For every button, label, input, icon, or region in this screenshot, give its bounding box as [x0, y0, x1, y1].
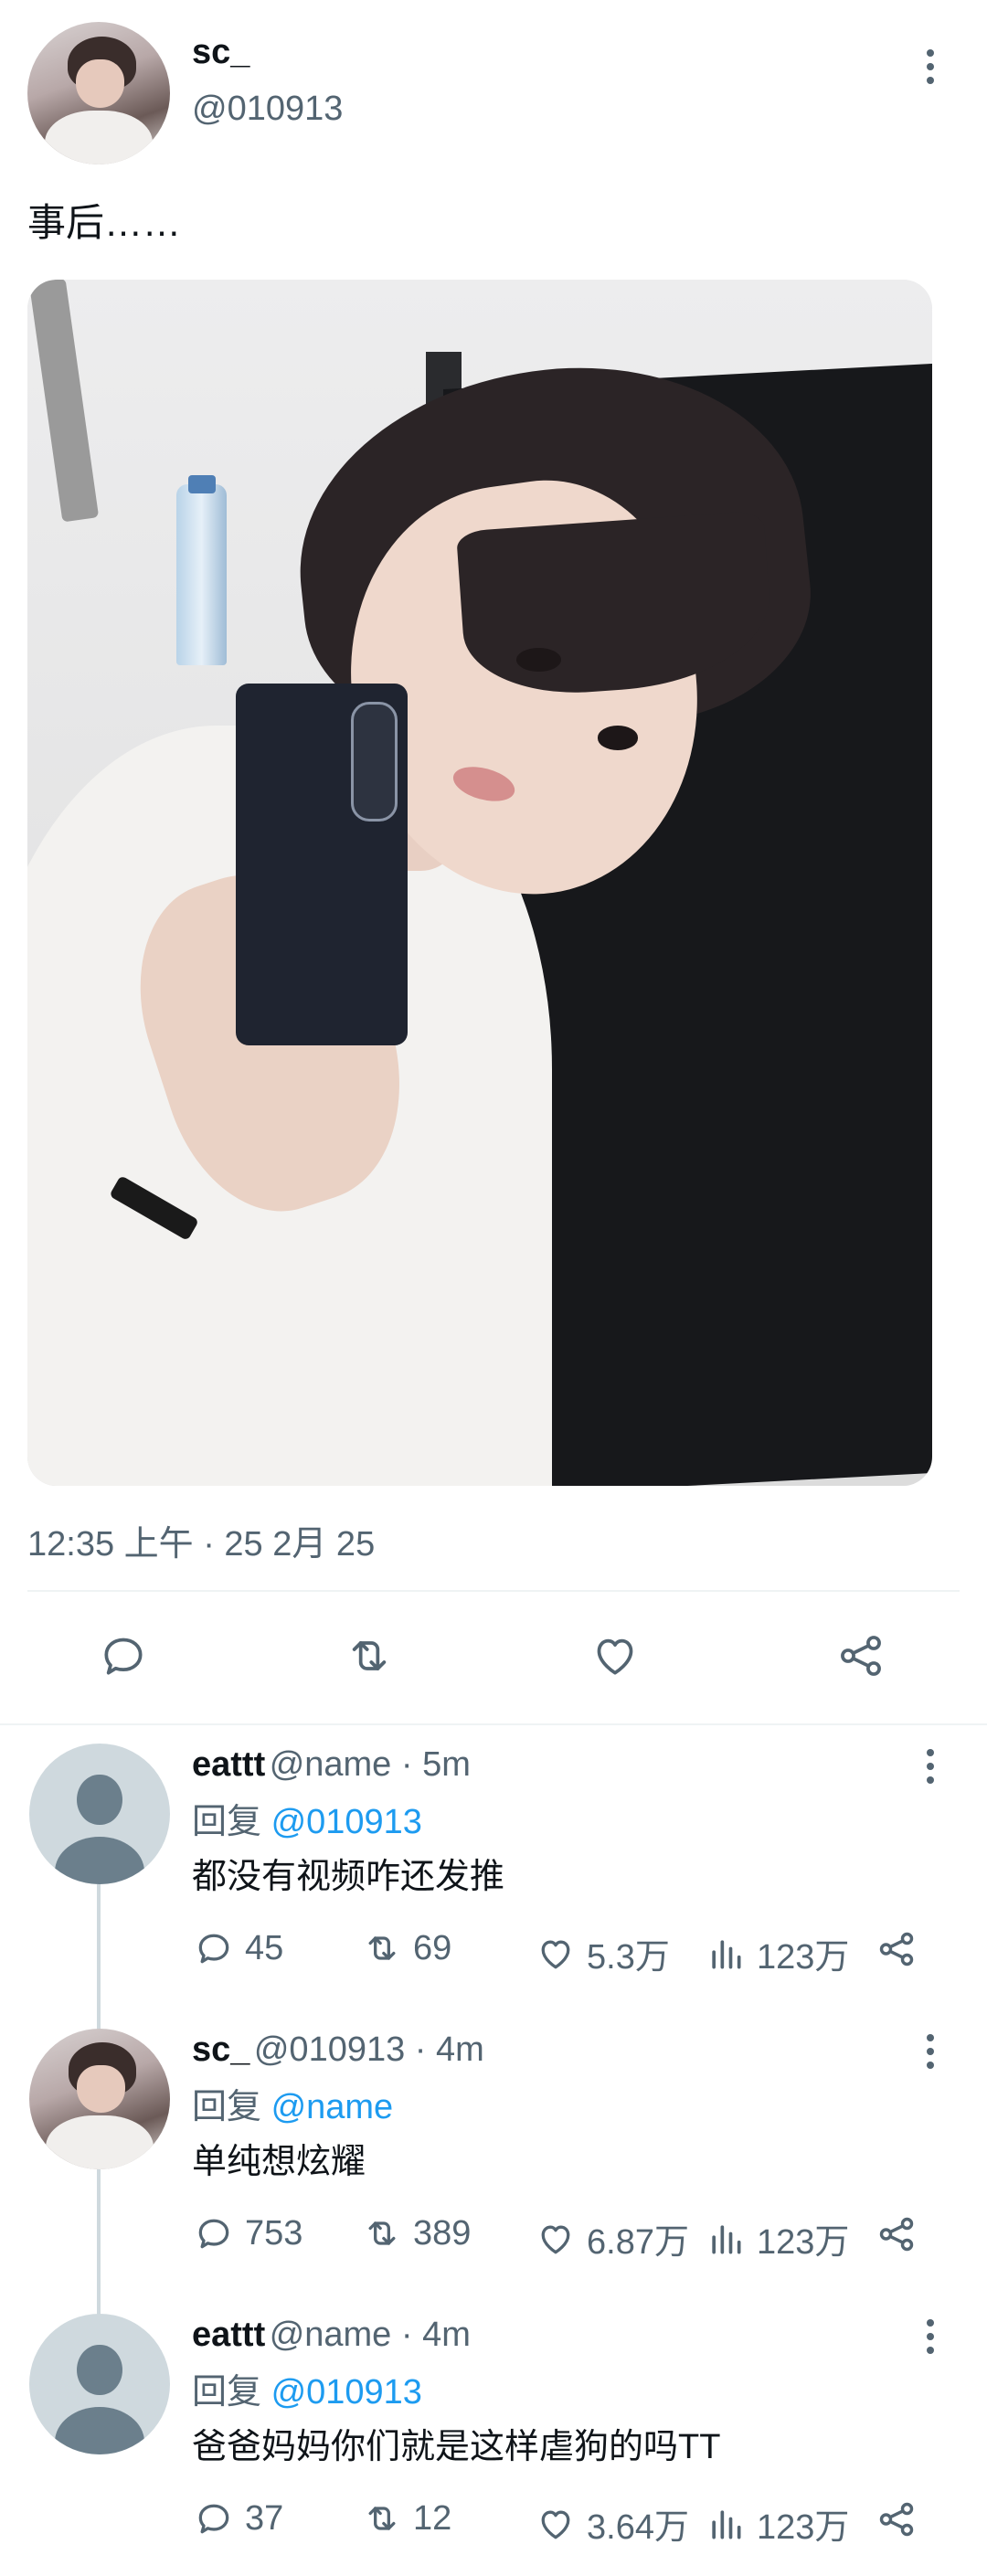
heart-icon	[541, 2225, 570, 2253]
reply-to-handle[interactable]: @010913	[271, 2373, 422, 2412]
reply-to-line: 回复 @010913	[192, 2363, 422, 2413]
comment-bubble-icon	[198, 1934, 229, 1964]
reply-author-name[interactable]: sc_	[192, 2030, 249, 2069]
reply-header: eattt @name · 4m	[192, 2316, 471, 2355]
author-name[interactable]: sc_	[192, 33, 249, 72]
tweet-photo[interactable]	[27, 280, 932, 1486]
reply-text: 单纯想炫耀	[192, 2143, 366, 2181]
retweet-icon	[368, 1936, 396, 1960]
author-avatar[interactable]	[27, 22, 170, 164]
like-count: 3.64万	[587, 2508, 689, 2547]
share-icon[interactable]	[876, 2498, 918, 2540]
tweet-text: 事后……	[27, 201, 182, 244]
reply-header: eattt @name · 5m	[192, 1745, 471, 1785]
comment-bubble-icon	[198, 2219, 229, 2249]
heart-icon[interactable]	[589, 1630, 641, 1681]
share-icon[interactable]	[835, 1630, 886, 1681]
retweet-icon	[368, 2507, 396, 2530]
reply-to-line: 回复 @010913	[192, 1793, 422, 1843]
reply-to-line: 回复 @name	[192, 2078, 393, 2128]
divider	[0, 1723, 987, 1725]
retweet-count: 12	[413, 2498, 452, 2538]
reply-meta: @010913 · 4m	[253, 2030, 484, 2069]
reply-retweet-stat[interactable]: 12	[362, 2498, 451, 2539]
bar-chart-icon	[712, 1939, 741, 1968]
retweet-icon[interactable]	[344, 1630, 395, 1681]
reply-header: sc_ @010913 · 4m	[192, 2030, 484, 2070]
reply-prefix: 回复	[192, 1803, 271, 1841]
view-count: 123万	[757, 2508, 850, 2547]
bar-chart-icon	[712, 2224, 741, 2253]
reply-like-stat[interactable]: 5.3万	[536, 1928, 670, 1978]
divider	[27, 1590, 960, 1592]
more-vertical-icon[interactable]	[925, 2319, 936, 2354]
reply-prefix: 回复	[192, 2373, 271, 2412]
view-count: 123万	[757, 1938, 850, 1977]
reply-prefix: 回复	[192, 2088, 271, 2126]
reply-author-name[interactable]: eattt	[192, 2316, 265, 2354]
tweet-timestamp: 12:35 上午 · 25 2月 25	[27, 1525, 376, 1564]
main-tweet: sc_ @010913 事后…… 12:35 上午 · 25 2月 25	[0, 0, 987, 1727]
reply-views-stat[interactable]: 123万	[706, 2498, 849, 2549]
retweet-count: 69	[413, 1928, 452, 1967]
heart-icon	[541, 2510, 570, 2539]
comment-count: 45	[245, 1928, 284, 1967]
reply-item[interactable]: eattt @name · 5m 回复 @010913 都没有视频咋还发推 45…	[0, 1736, 987, 2021]
reply-avatar[interactable]	[29, 2029, 170, 2169]
comment-bubble-icon[interactable]	[98, 1630, 149, 1681]
reply-comment-stat[interactable]: 45	[194, 1928, 283, 1968]
comment-count: 37	[245, 2498, 284, 2538]
reply-retweet-stat[interactable]: 389	[362, 2213, 471, 2253]
bar-chart-icon	[712, 2509, 741, 2539]
reply-avatar[interactable]	[29, 2314, 170, 2454]
reply-to-handle[interactable]: @name	[271, 2088, 394, 2126]
more-vertical-icon[interactable]	[925, 49, 936, 84]
reply-like-stat[interactable]: 6.87万	[536, 2213, 689, 2263]
like-count: 5.3万	[587, 1938, 670, 1977]
retweet-count: 389	[413, 2213, 472, 2253]
reply-views-stat[interactable]: 123万	[706, 2213, 849, 2263]
more-vertical-icon[interactable]	[925, 2034, 936, 2069]
reply-text: 都没有视频咋还发推	[192, 1858, 505, 1896]
retweet-icon	[368, 2221, 396, 2245]
author-handle[interactable]: @010913	[192, 90, 343, 129]
reply-author-name[interactable]: eattt	[192, 1745, 265, 1784]
more-vertical-icon[interactable]	[925, 1749, 936, 1784]
reply-comment-stat[interactable]: 37	[194, 2498, 283, 2539]
like-count: 6.87万	[587, 2223, 689, 2262]
reply-like-stat[interactable]: 3.64万	[536, 2498, 689, 2549]
reply-to-handle[interactable]: @010913	[271, 1803, 422, 1841]
reply-retweet-stat[interactable]: 69	[362, 1928, 451, 1968]
reply-text: 爸爸妈妈你们就是这样虐狗的吗TT	[192, 2428, 721, 2466]
reply-item[interactable]: eattt @name · 4m 回复 @010913 爸爸妈妈你们就是这样虐狗…	[0, 2306, 987, 2576]
comment-count: 753	[245, 2213, 303, 2253]
reply-views-stat[interactable]: 123万	[706, 1928, 849, 1978]
reply-item[interactable]: sc_ @010913 · 4m 回复 @name 单纯想炫耀 753 389 …	[0, 2021, 987, 2306]
reply-meta: @name · 4m	[269, 2316, 471, 2354]
view-count: 123万	[757, 2223, 850, 2262]
share-icon[interactable]	[876, 1928, 918, 1970]
reply-comment-stat[interactable]: 753	[194, 2213, 302, 2253]
comment-bubble-icon	[198, 2504, 229, 2534]
heart-icon	[541, 1940, 570, 1968]
reply-meta: @name · 5m	[269, 1745, 471, 1784]
share-icon[interactable]	[876, 2213, 918, 2255]
reply-avatar[interactable]	[29, 1744, 170, 1884]
